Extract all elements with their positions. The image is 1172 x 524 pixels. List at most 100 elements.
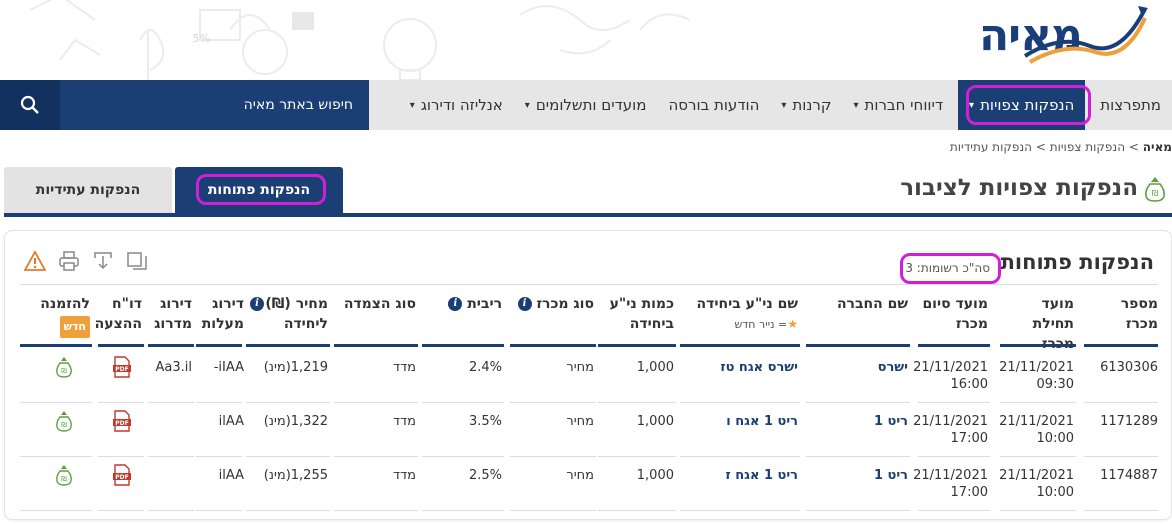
row-divider <box>196 510 242 511</box>
print-button[interactable] <box>56 248 82 274</box>
row-divider <box>98 402 144 403</box>
end-time: 17:00 <box>950 431 988 446</box>
tab-open-offerings[interactable]: הנפקות פתוחות <box>175 167 343 213</box>
header-underline <box>918 344 990 347</box>
cell-linkage: מדד <box>392 468 416 483</box>
nav-item-3[interactable]: קרנות ▾ <box>770 80 842 130</box>
nav-item-1[interactable]: הנפקות צפויות ▾ <box>958 80 1086 130</box>
order-button[interactable]: ₪ <box>38 464 90 491</box>
row-divider <box>1084 402 1158 403</box>
doodle-percent-label: 5% <box>193 32 210 45</box>
header-rating-maalot[interactable]: דירוג מעלות <box>202 294 244 334</box>
svg-text:₪: ₪ <box>61 367 67 375</box>
cell-company-link[interactable]: ישרס <box>813 359 908 376</box>
row-divider <box>334 456 418 457</box>
search-button[interactable] <box>0 80 60 130</box>
panel-title: הנפקות פתוחות <box>1000 250 1154 274</box>
search-input[interactable]: חיפוש באתר מאיה <box>244 80 353 130</box>
row-divider <box>334 510 418 511</box>
cell-rating-maalot: ilAA <box>218 414 244 429</box>
header-unit-quantity[interactable]: כמות ני"ע ביחידה <box>602 294 674 334</box>
pdf-icon: PDF <box>113 410 131 432</box>
cell-tender-end: 21/11/2021 16:00 <box>913 359 988 393</box>
records-count: סה"כ רשומות: 3 <box>905 261 990 275</box>
header-tender-type-label: סוג מכרז <box>536 296 594 312</box>
info-icon[interactable]: i <box>250 297 264 311</box>
cell-company-link[interactable]: ריט 1 <box>813 413 908 430</box>
header-underline <box>246 344 330 347</box>
header-underline <box>148 344 194 347</box>
header-tender-end[interactable]: מועד סיום מכרז <box>920 294 988 334</box>
breadcrumb-level2: הנפקות עתידיות <box>949 140 1032 154</box>
header-tender-number[interactable]: מספר מכרז <box>1088 294 1158 334</box>
breadcrumb-separator: > <box>1035 140 1046 154</box>
new-security-legend: ★= נייר חדש <box>688 314 799 335</box>
money-bag-icon: ₪ <box>56 465 72 486</box>
cell-linkage: מדד <box>392 360 416 375</box>
tab-future-offerings[interactable]: הנפקות עתידיות <box>4 167 172 213</box>
chevron-down-icon: ▾ <box>781 99 787 111</box>
maya-logo[interactable]: מאיה <box>940 2 1150 74</box>
prospectus-pdf-button[interactable]: PDF <box>102 356 142 383</box>
prospectus-pdf-button[interactable]: PDF <box>102 464 142 491</box>
header-prospectus-report[interactable]: דו"ח ההצעה <box>95 294 142 334</box>
cell-tender-type: מחיר <box>566 414 594 429</box>
chevron-down-icon: ▾ <box>524 99 530 111</box>
header-unit-price[interactable]: מחיר (₪) ליחידה i <box>250 294 328 334</box>
info-icon[interactable]: i <box>517 297 532 311</box>
header-tender-type[interactable]: סוג מכרז i <box>514 294 594 314</box>
cell-tender-end: 21/11/2021 17:00 <box>913 467 988 501</box>
download-button[interactable] <box>90 248 116 274</box>
copy-icon <box>127 252 147 270</box>
warning-button[interactable] <box>22 248 48 274</box>
pdf-icon: PDF <box>113 464 131 486</box>
search-box[interactable]: חיפוש באתר מאיה <box>0 80 369 130</box>
prospectus-pdf-button[interactable]: PDF <box>102 410 142 437</box>
header-company[interactable]: שם החברה <box>813 294 908 314</box>
header-interest-label: ריבית <box>467 296 502 312</box>
nav-item-5[interactable]: מועדים ותשלומים ▾ <box>514 80 658 130</box>
nav-item-6[interactable]: אנליזה ודירוג ▾ <box>399 80 514 130</box>
cell-company-link[interactable]: ריט 1 <box>813 467 908 484</box>
row-divider <box>918 456 990 457</box>
header-underline <box>334 344 418 347</box>
row-divider <box>680 510 800 511</box>
nav-item-0[interactable]: מתפרצות <box>1089 80 1172 130</box>
cell-security-link[interactable]: ריט 1 אגח ז <box>688 467 798 484</box>
header-security-name[interactable]: שם ני"ע ביחידה ★= נייר חדש <box>688 294 798 335</box>
header-interest[interactable]: ריבית i <box>432 294 502 314</box>
header-linkage[interactable]: סוג הצמדה <box>336 294 416 314</box>
header-underline <box>510 344 596 347</box>
nav-item-2[interactable]: דיווחי חברות ▾ <box>842 80 954 130</box>
order-button[interactable]: ₪ <box>38 356 90 383</box>
cell-interest: 2.4% <box>468 360 502 375</box>
cell-security-link[interactable]: ריט 1 אגח ו <box>688 413 798 430</box>
header-rating-midroog[interactable]: דירוג מדרוג <box>152 294 192 334</box>
cell-rating-maalot: ilAA <box>218 468 244 483</box>
nav-item-label: הודעות בורסה <box>668 96 760 114</box>
header-underline <box>98 344 144 347</box>
money-bag-icon: ₪ <box>1145 177 1165 202</box>
background-doodle: 5% <box>29 0 691 80</box>
row-divider <box>20 456 92 457</box>
start-time: 10:00 <box>1036 431 1074 446</box>
info-icon[interactable]: i <box>448 297 463 311</box>
nav-item-4[interactable]: הודעות בורסה <box>657 80 770 130</box>
row-divider <box>246 402 330 403</box>
header-underline <box>20 344 92 347</box>
copy-button[interactable] <box>124 248 150 274</box>
cell-linkage: מדד <box>392 414 416 429</box>
nav-item-label: קרנות <box>792 96 832 114</box>
header-security-name-label: שם ני"ע ביחידה <box>696 296 798 312</box>
cell-security-link[interactable]: ישרס אגח טז <box>688 359 798 376</box>
cell-interest: 3.5% <box>468 414 502 429</box>
breadcrumb-home[interactable]: מאיה <box>1143 140 1172 154</box>
order-button[interactable]: ₪ <box>38 410 90 437</box>
row-divider <box>806 456 910 457</box>
table-row: 1174887 21/11/2021 10:00 21/11/2021 17:00 ריט… <box>20 458 1158 512</box>
nav-item-label: מועדים ותשלומים <box>535 96 647 114</box>
cell-interest: 2.5% <box>468 468 502 483</box>
header-order[interactable]: להזמנה חדש <box>38 294 90 338</box>
start-time: 10:00 <box>1036 485 1074 500</box>
breadcrumb-level1[interactable]: הנפקות צפויות <box>1050 140 1125 154</box>
